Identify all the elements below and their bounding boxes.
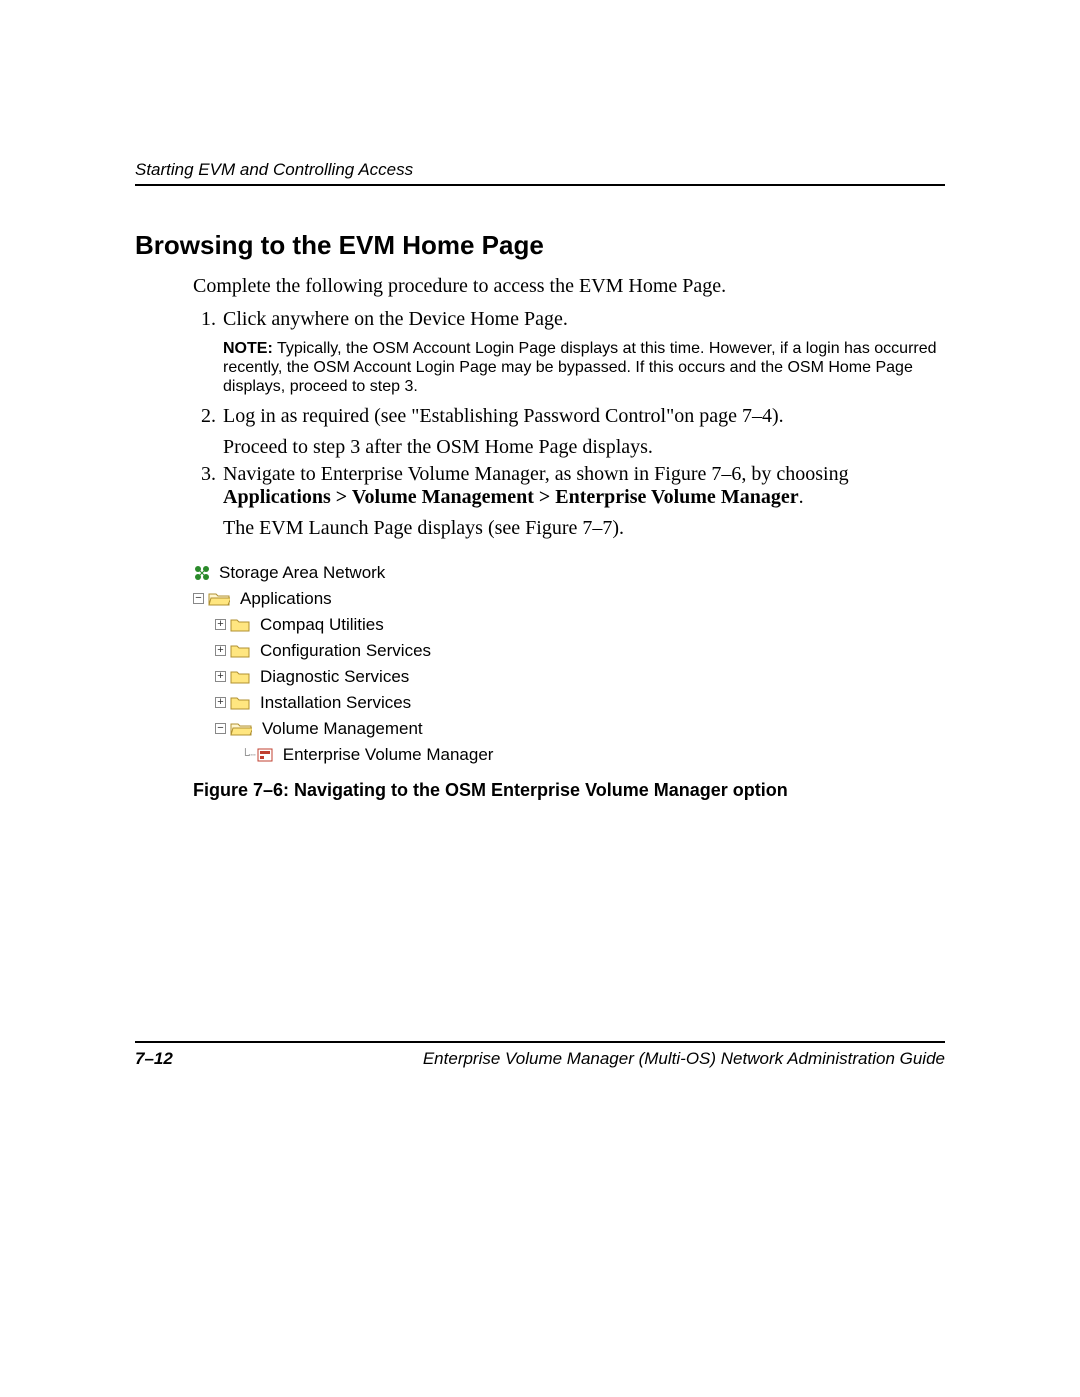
tree-root-label: Storage Area Network xyxy=(219,560,385,586)
tree-config-label: Configuration Services xyxy=(260,638,431,664)
folder-closed-icon xyxy=(230,617,250,633)
step-1-note: NOTE: Typically, the OSM Account Login P… xyxy=(223,339,945,397)
tree-install-label: Installation Services xyxy=(260,690,411,716)
note-body: Typically, the OSM Account Login Page di… xyxy=(223,340,937,395)
step-3-text-a: Navigate to Enterprise Volume Manager, a… xyxy=(223,463,849,485)
expand-icon: + xyxy=(215,671,226,682)
step-3-path: Applications > Volume Management > Enter… xyxy=(223,486,799,508)
collapse-icon: − xyxy=(193,593,204,604)
folder-closed-icon xyxy=(230,643,250,659)
tree-applications-row: − Applications xyxy=(193,586,945,612)
expand-icon: + xyxy=(215,645,226,656)
folder-closed-icon xyxy=(230,695,250,711)
tree-applications-label: Applications xyxy=(240,586,332,612)
tree-diag-label: Diagnostic Services xyxy=(260,664,409,690)
step-3-text-c: . xyxy=(799,486,804,508)
note-label: NOTE: xyxy=(223,340,273,357)
step-1-text: Click anywhere on the Device Home Page. xyxy=(223,308,568,330)
tree-volmgmt-label: Volume Management xyxy=(262,716,423,742)
page: Starting EVM and Controlling Access Brow… xyxy=(0,0,1080,1397)
folder-open-icon xyxy=(208,591,230,607)
running-header: Starting EVM and Controlling Access xyxy=(135,160,945,186)
step-1: Click anywhere on the Device Home Page. … xyxy=(221,308,945,397)
tree-compaq-label: Compaq Utilities xyxy=(260,612,384,638)
tree-volmgmt-row: − Volume Management xyxy=(193,716,945,742)
folder-open-icon xyxy=(230,721,252,737)
section-title: Browsing to the EVM Home Page xyxy=(135,230,945,261)
tree-evm-label: Enterprise Volume Manager xyxy=(283,742,494,768)
tree-diag-row: + Diagnostic Services xyxy=(193,664,945,690)
intro-text: Complete the following procedure to acce… xyxy=(193,275,945,298)
tree-config-row: + Configuration Services xyxy=(193,638,945,664)
expand-icon: + xyxy=(215,619,226,630)
tree-root-row: Storage Area Network xyxy=(193,560,945,586)
tree-evm-row: └┈ Enterprise Volume Manager xyxy=(193,742,945,768)
step-3: Navigate to Enterprise Volume Manager, a… xyxy=(221,463,945,540)
step-2-text: Log in as required (see "Establishing Pa… xyxy=(223,405,784,427)
step-3-sub: The EVM Launch Page displays (see Figure… xyxy=(223,517,945,540)
page-number: 7–12 xyxy=(135,1049,173,1069)
tree-connector-icon: └┈ xyxy=(241,742,255,768)
tree-install-row: + Installation Services xyxy=(193,690,945,716)
folder-closed-icon xyxy=(230,669,250,685)
expand-icon: + xyxy=(215,697,226,708)
doc-title-footer: Enterprise Volume Manager (Multi-OS) Net… xyxy=(423,1049,945,1069)
evm-app-icon xyxy=(257,747,275,763)
nav-tree-figure: Storage Area Network − Applications + Co… xyxy=(193,560,945,768)
step-2-sub: Proceed to step 3 after the OSM Home Pag… xyxy=(223,436,945,459)
figure-caption: Figure 7–6: Navigating to the OSM Enterp… xyxy=(193,780,945,801)
network-icon xyxy=(193,564,211,582)
collapse-icon: − xyxy=(215,723,226,734)
page-footer: 7–12 Enterprise Volume Manager (Multi-OS… xyxy=(135,1041,945,1069)
tree-compaq-row: + Compaq Utilities xyxy=(193,612,945,638)
procedure-list: Click anywhere on the Device Home Page. … xyxy=(193,308,945,540)
step-2: Log in as required (see "Establishing Pa… xyxy=(221,405,945,459)
